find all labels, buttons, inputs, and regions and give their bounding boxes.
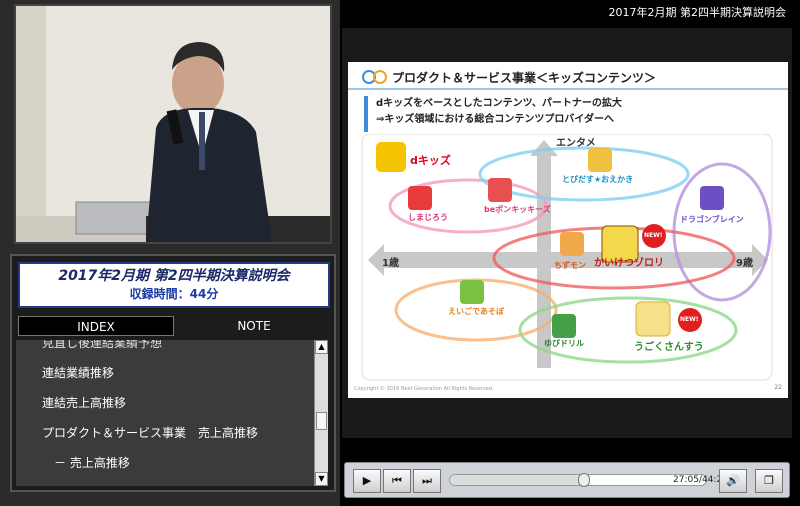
window-icon: ❐ (764, 474, 774, 487)
video-player[interactable] (14, 4, 332, 244)
slide-header: プロダクト＆サービス事業＜キッズコンテンツ＞ (348, 62, 788, 90)
skip-back-icon: ⏮ (392, 474, 402, 487)
app-label-chizumon: ちずモン (554, 261, 586, 270)
slide-subtitle-line-1: dキッズをベースとしたコンテンツ、パートナーの拡大 (376, 98, 622, 109)
tab-index[interactable]: INDEX (18, 316, 174, 336)
right-column: 2017年2月期 第2四半期決算説明会 プロダクト＆サービス事業＜キッズコンテン… (340, 0, 800, 506)
logo-icon (362, 70, 387, 84)
seek-bar-fill (450, 475, 585, 485)
scroll-down-icon[interactable]: ▼ (315, 472, 328, 486)
app-label-bepon: beポンキッキーズ (484, 205, 551, 214)
scroll-thumb[interactable] (316, 412, 327, 430)
new-badge: NEW! (644, 232, 663, 239)
index-list[interactable]: 見直し後連結業績予想 連結業績推移 連結売上高推移 プロダクト＆サービス事業 売… (16, 340, 328, 486)
presentation-slide: プロダクト＆サービス事業＜キッズコンテンツ＞ dキッズをベースとしたコンテンツ、… (348, 62, 788, 398)
event-title: 2017年2月期 第2四半期決算説明会 (58, 268, 290, 284)
axis-left-label: 1歳 (382, 258, 399, 269)
slide-title: プロダクト＆サービス事業＜キッズコンテンツ＞ (392, 71, 657, 85)
speaker-video-frame (16, 6, 330, 242)
axis-right-label: 9歳 (736, 258, 753, 269)
slide-footer: Copyright © 2016 Next Generation All Rig… (354, 386, 494, 392)
new-badge: NEW! (680, 316, 699, 323)
index-item[interactable]: 見直し後連結業績予想 (16, 340, 328, 358)
slide-subtitle-line-2: ⇒キッズ領域における総合コンテンツプロバイダーへ (376, 114, 614, 125)
app-label-dragon: ドラゴンブレイン (680, 215, 744, 224)
app-label-yubi: ゆびドリル (544, 339, 584, 348)
axis-top-label: エンタメ (556, 138, 596, 149)
app-label-tobidasu: とびだす★おえかき (562, 175, 634, 184)
play-icon: ▶ (362, 474, 372, 487)
index-item[interactable]: プロダクト＆サービス事業 売上高推移 (16, 418, 328, 448)
panel-tabs: INDEX NOTE (18, 316, 330, 336)
seek-bar[interactable] (449, 473, 707, 487)
window-mode-button[interactable]: ❐ (755, 469, 783, 493)
skip-forward-icon: ⏭ (422, 474, 432, 487)
index-item[interactable]: 連結売上高推移 (16, 388, 328, 418)
index-item[interactable]: － 売上高推移 (16, 448, 328, 478)
slide-frame: プロダクト＆サービス事業＜キッズコンテンツ＞ dキッズをベースとしたコンテンツ、… (342, 28, 792, 438)
tab-note[interactable]: NOTE (178, 316, 330, 336)
slide-page-number: 22 (774, 384, 782, 391)
window-title: 2017年2月期 第2四半期決算説明会 (608, 6, 787, 19)
volume-icon: 🔊 (726, 474, 740, 487)
app-label-eigo: えいごであそぼ (448, 307, 504, 316)
play-button[interactable]: ▶ (353, 469, 381, 493)
info-panel: 2017年2月期 第2四半期決算説明会 収録時間：44分 INDEX NOTE … (10, 254, 336, 492)
app-label-kaiketsu: かいけつゾロリ (594, 258, 664, 269)
player-controls: ▶ ⏮ ⏭ 27:05/44:25 🔊 ❐ (344, 462, 790, 498)
volume-button[interactable]: 🔊 (719, 469, 747, 493)
skip-forward-button[interactable]: ⏭ (413, 469, 441, 493)
seek-bar-handle[interactable] (578, 473, 591, 487)
left-column: 2017年2月期 第2四半期決算説明会 収録時間：44分 INDEX NOTE … (0, 0, 340, 506)
scroll-up-icon[interactable]: ▲ (315, 340, 328, 354)
index-item[interactable]: 連結業績推移 (16, 358, 328, 388)
brand-label: dキッズ (410, 154, 451, 167)
index-scrollbar[interactable]: ▲ ▼ (314, 340, 328, 486)
event-title-box: 2017年2月期 第2四半期決算説明会 収録時間：44分 (18, 262, 330, 308)
slide-subtitle: dキッズをベースとしたコンテンツ、パートナーの拡大 ⇒キッズ領域における総合コン… (364, 96, 774, 132)
app-label-shimajiro: しまじろう (408, 213, 448, 222)
duration-label: 収録時間：44分 (129, 287, 219, 301)
app-label-uzugi: うごくさんすう (634, 342, 704, 353)
skip-back-button[interactable]: ⏮ (383, 469, 411, 493)
